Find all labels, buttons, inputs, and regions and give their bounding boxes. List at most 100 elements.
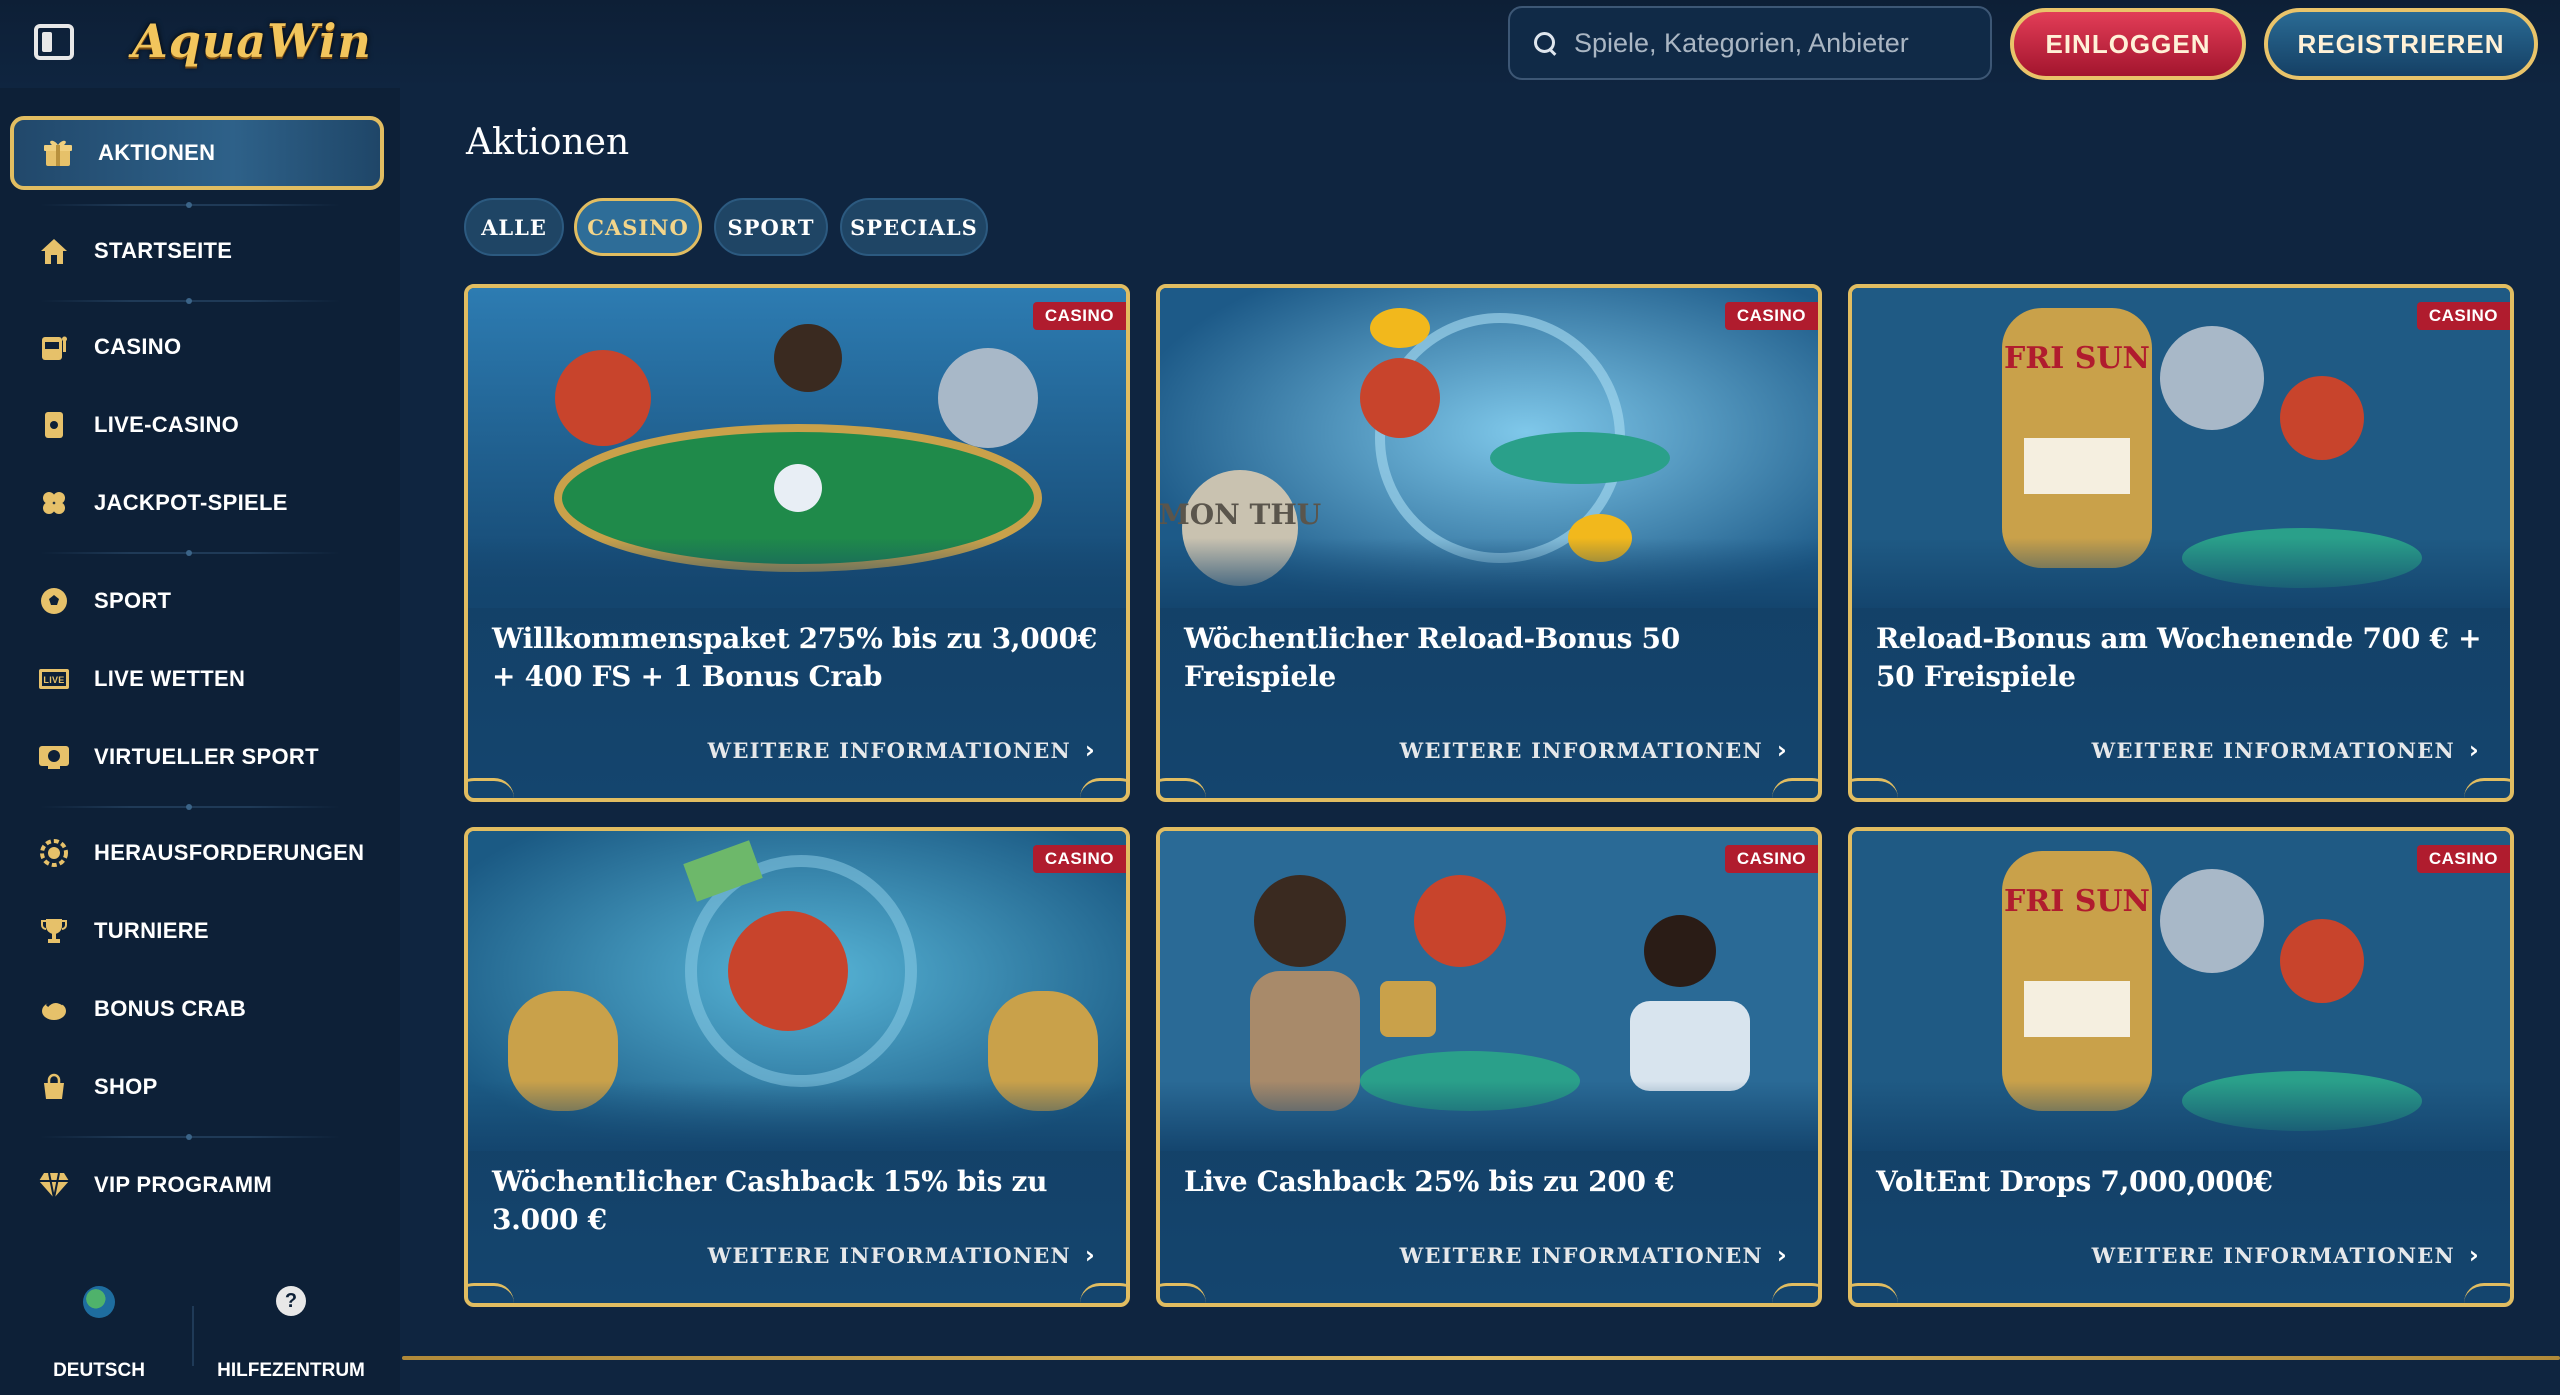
sidebar-item-label: JACKPOT-SPIELE: [94, 490, 288, 515]
category-badge: CASINO: [1724, 845, 1818, 873]
language-selector[interactable]: DEUTSCH: [14, 1286, 184, 1382]
sidebar-divider: [40, 804, 340, 810]
sidebar-bottom-separator: [192, 1306, 194, 1366]
ornament-corner: [1080, 778, 1126, 798]
sidebar-item-shop[interactable]: SHOP: [10, 1050, 384, 1124]
sidebar-toggle-icon[interactable]: [34, 24, 74, 60]
more-info-label: WEITERE INFORMATIONEN: [2091, 737, 2455, 763]
promo-image: MON THU: [1160, 288, 1818, 608]
sidebar-divider: [40, 1134, 340, 1140]
more-info-label: WEITERE INFORMATIONEN: [2091, 1242, 2455, 1268]
globe-icon: [83, 1286, 115, 1318]
category-badge: CASINO: [1032, 302, 1126, 330]
promo-card-welcome[interactable]: CASINO Willkommenspaket 275% bis zu 3,00…: [464, 284, 1130, 802]
trophy-icon: [38, 915, 70, 947]
ornament-corner: [1160, 778, 1206, 798]
live-casino-icon: [38, 409, 70, 441]
sidebar-item-jackpot-spiele[interactable]: JACKPOT-SPIELE: [10, 466, 384, 540]
sidebar-item-label: LIVE WETTEN: [94, 666, 246, 691]
sidebar-divider: [40, 550, 340, 556]
sidebar-item-label: LIVE-CASINO: [94, 412, 240, 437]
sidebar-item-live-casino[interactable]: LIVE-CASINO: [10, 388, 384, 462]
promo-card-weekend-reload[interactable]: FRI SUN CASINO Reload-Bonus am Wochenend…: [1848, 284, 2514, 802]
more-info-link[interactable]: WEITERE INFORMATIONEN ›: [2092, 736, 2480, 764]
sidebar-item-label: CASINO: [94, 334, 182, 359]
slot-text: FRI SUN: [2004, 884, 2150, 919]
sidebar-item-label: SHOP: [94, 1074, 158, 1099]
sidebar-item-startseite[interactable]: STARTSEITE: [10, 214, 384, 288]
promo-card-voltent-drops[interactable]: FRI SUN CASINO VoltEnt Drops 7,000,000€ …: [1848, 827, 2514, 1307]
sidebar-item-aktionen[interactable]: AKTIONEN: [10, 116, 384, 190]
help-center-link[interactable]: ? HILFEZENTRUM: [206, 1286, 376, 1382]
tab-specials[interactable]: SPECIALS: [840, 198, 988, 256]
promo-card-weekly-reload[interactable]: MON THU CASINO Wöchentlicher Reload-Bonu…: [1156, 284, 1822, 802]
shopping-bag-icon: [38, 1071, 70, 1103]
tab-sport[interactable]: SPORT: [714, 198, 828, 256]
sidebar-item-sport[interactable]: SPORT: [10, 564, 384, 638]
category-badge: CASINO: [2416, 845, 2510, 873]
svg-text:LIVE: LIVE: [43, 675, 64, 685]
chevron-right-icon: ›: [2468, 1241, 2480, 1269]
help-label: HILFEZENTRUM: [217, 1360, 365, 1381]
sidebar-item-herausforderungen[interactable]: HERAUSFORDERUNGEN: [10, 816, 384, 890]
sidebar: AKTIONEN STARTSEITE CASINO LIVE-CASINO J…: [0, 88, 400, 1395]
sidebar-item-label: STARTSEITE: [94, 238, 233, 263]
more-info-link[interactable]: WEITERE INFORMATIONEN ›: [1400, 1241, 1788, 1269]
ornament-corner: [2464, 778, 2510, 798]
chevron-right-icon: ›: [1084, 1241, 1096, 1269]
more-info-label: WEITERE INFORMATIONEN: [1399, 1242, 1763, 1268]
sidebar-item-vip-programm[interactable]: VIP PROGRAMM: [10, 1148, 384, 1222]
promo-image: [468, 831, 1126, 1151]
promo-image: FRI SUN: [1852, 288, 2510, 608]
more-info-label: WEITERE INFORMATIONEN: [1399, 737, 1763, 763]
sidebar-item-label: BONUS CRAB: [94, 996, 247, 1021]
search-box[interactable]: [1508, 6, 1992, 80]
sidebar-item-label: AKTIONEN: [98, 140, 216, 165]
promo-card-live-cashback[interactable]: CASINO Live Cashback 25% bis zu 200 € WE…: [1156, 827, 1822, 1307]
shell-text: MON THU: [1160, 498, 1321, 531]
gift-icon: [42, 137, 74, 169]
promo-card-weekly-cashback[interactable]: CASINO Wöchentlicher Cashback 15% bis zu…: [464, 827, 1130, 1307]
sidebar-item-virtueller-sport[interactable]: VIRTUELLER SPORT: [10, 720, 384, 794]
sidebar-item-live-wetten[interactable]: LIVE LIVE WETTEN: [10, 642, 384, 716]
challenge-gear-icon: [38, 837, 70, 869]
promo-image: [468, 288, 1126, 608]
ornament-corner: [1852, 778, 1898, 798]
sidebar-item-turniere[interactable]: TURNIERE: [10, 894, 384, 968]
promo-title: VoltEnt Drops 7,000,000€: [1876, 1165, 2273, 1198]
clover-icon: [38, 487, 70, 519]
sidebar-item-label: VIP PROGRAMM: [94, 1172, 272, 1197]
sidebar-divider: [40, 298, 340, 304]
sidebar-item-bonus-crab[interactable]: BONUS CRAB: [10, 972, 384, 1046]
sidebar-item-casino[interactable]: CASINO: [10, 310, 384, 384]
diamond-icon: [38, 1169, 70, 1201]
more-info-label: WEITERE INFORMATIONEN: [707, 737, 1071, 763]
sidebar-item-label: HERAUSFORDERUNGEN: [94, 840, 365, 865]
ornament-corner: [1852, 1283, 1898, 1303]
sidebar-divider: [40, 202, 340, 208]
more-info-link[interactable]: WEITERE INFORMATIONEN ›: [708, 736, 1096, 764]
promo-title: Live Cashback 25% bis zu 200 €: [1184, 1165, 1675, 1198]
search-input[interactable]: [1574, 27, 1954, 59]
more-info-link[interactable]: WEITERE INFORMATIONEN ›: [2092, 1241, 2480, 1269]
sidebar-item-label: SPORT: [94, 588, 172, 613]
aquawin-logo[interactable]: AquaWin: [132, 14, 372, 74]
login-button[interactable]: EINLOGGEN: [2010, 8, 2246, 80]
search-icon: [1532, 30, 1558, 56]
more-info-link[interactable]: WEITERE INFORMATIONEN ›: [708, 1241, 1096, 1269]
promo-image: [1160, 831, 1818, 1151]
top-header: AquaWin EINLOGGEN REGISTRIEREN: [0, 0, 2560, 88]
ornament-corner: [1160, 1283, 1206, 1303]
promo-title: Wöchentlicher Reload-Bonus 50 Freispiele: [1184, 622, 1680, 693]
tab-alle[interactable]: ALLE: [464, 198, 564, 256]
register-button[interactable]: REGISTRIEREN: [2264, 8, 2538, 80]
tab-casino[interactable]: CASINO: [574, 198, 702, 256]
ornament-corner: [468, 1283, 514, 1303]
soccer-ball-icon: [38, 585, 70, 617]
crab-icon: [38, 993, 70, 1025]
ornament-corner: [1772, 1283, 1818, 1303]
sidebar-item-label: TURNIERE: [94, 918, 209, 943]
ornament-corner: [468, 778, 514, 798]
more-info-link[interactable]: WEITERE INFORMATIONEN ›: [1400, 736, 1788, 764]
virtual-sport-icon: [38, 741, 70, 773]
